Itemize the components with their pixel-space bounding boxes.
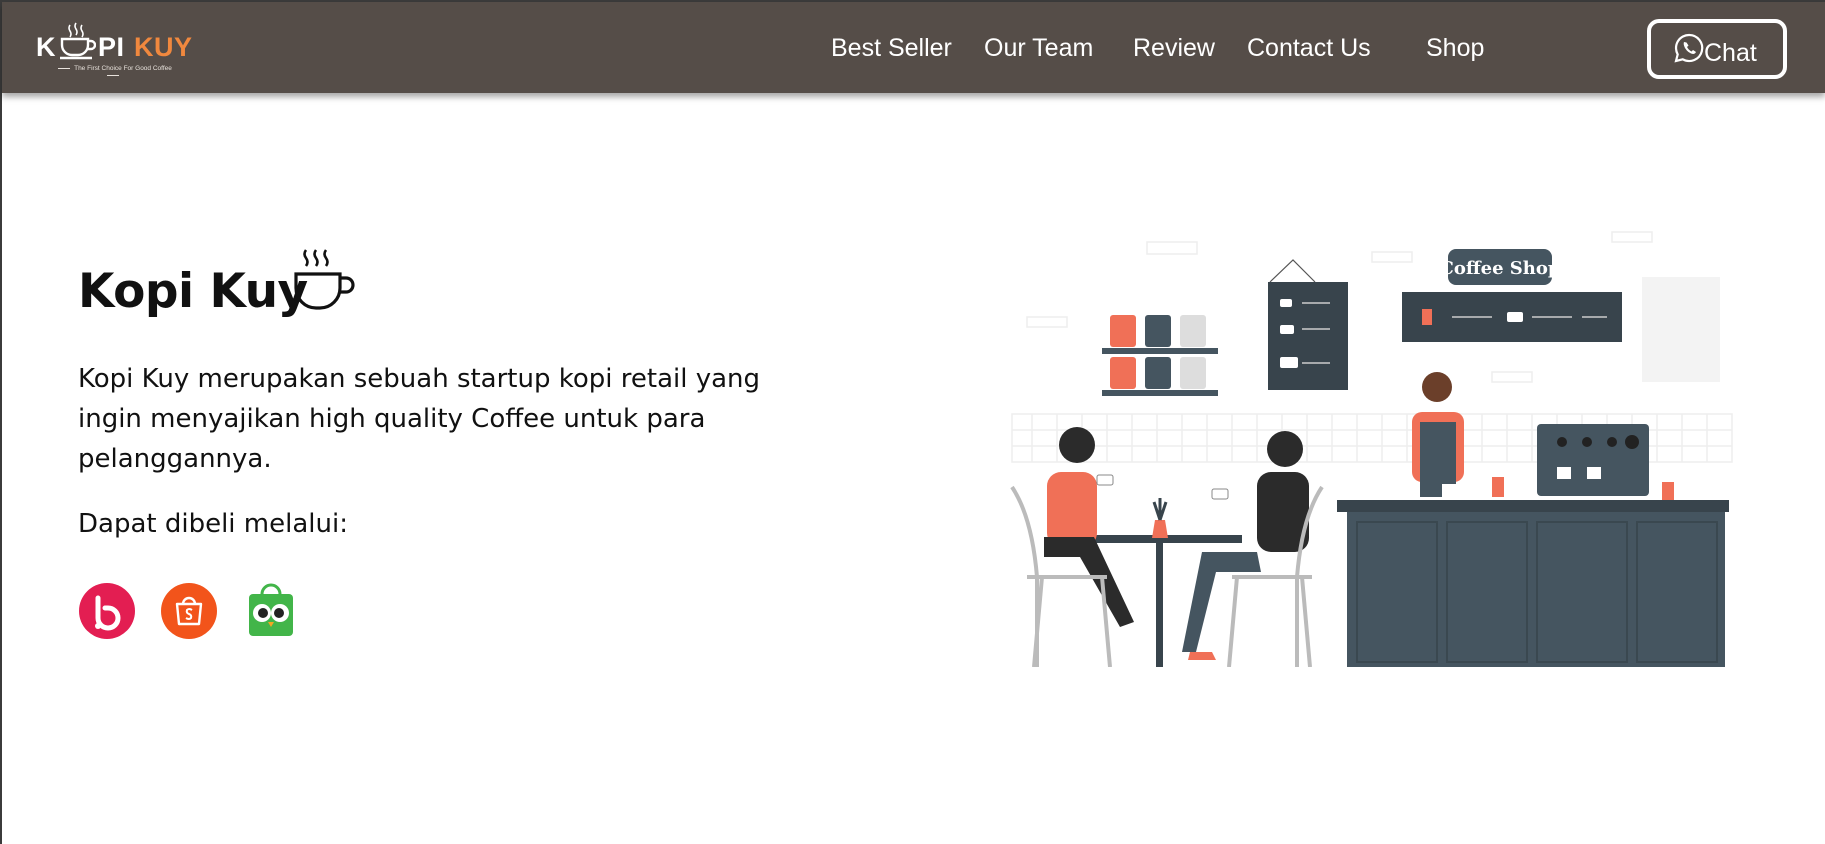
whatsapp-icon bbox=[1674, 33, 1704, 63]
hot-coffee-cup-icon bbox=[294, 249, 355, 310]
chat-button[interactable]: Chat bbox=[1647, 19, 1787, 79]
hero-description: Kopi Kuy merupakan sebuah startup kopi r… bbox=[78, 364, 761, 474]
nav-link-review[interactable]: Review bbox=[1133, 34, 1215, 63]
logo-text-pi: PI bbox=[98, 32, 125, 62]
tokopedia-icon[interactable] bbox=[242, 582, 300, 640]
logo-text-kuy: KUY bbox=[134, 32, 193, 62]
nav-link-best-seller[interactable]: Best Seller bbox=[831, 34, 952, 63]
logo-tagline: The First Choice For Good Coffee bbox=[48, 65, 178, 79]
nav-link-our-team[interactable]: Our Team bbox=[984, 34, 1093, 63]
coffee-shop-illustration: Coffee Shop bbox=[1010, 231, 1733, 667]
buy-via-label: Dapat dibeli melalui: bbox=[78, 509, 348, 539]
shopee-icon[interactable] bbox=[160, 582, 218, 640]
logo-text-k: K bbox=[36, 32, 56, 62]
navbar: K PI KUY The First Choice For Good Coffe… bbox=[2, 2, 1825, 93]
coffee-cup-icon bbox=[60, 22, 96, 60]
hero-title: Kopi Kuy bbox=[78, 264, 308, 319]
coffee-shop-sign: Coffee Shop bbox=[1440, 258, 1561, 279]
brand-logo[interactable]: K PI KUY The First Choice For Good Coffe… bbox=[36, 22, 206, 78]
nav-link-shop[interactable]: Shop bbox=[1426, 34, 1484, 63]
nav-link-contact-us[interactable]: Contact Us bbox=[1247, 34, 1371, 63]
bukalapak-icon[interactable] bbox=[78, 582, 136, 640]
chat-label: Chat bbox=[1704, 39, 1757, 67]
